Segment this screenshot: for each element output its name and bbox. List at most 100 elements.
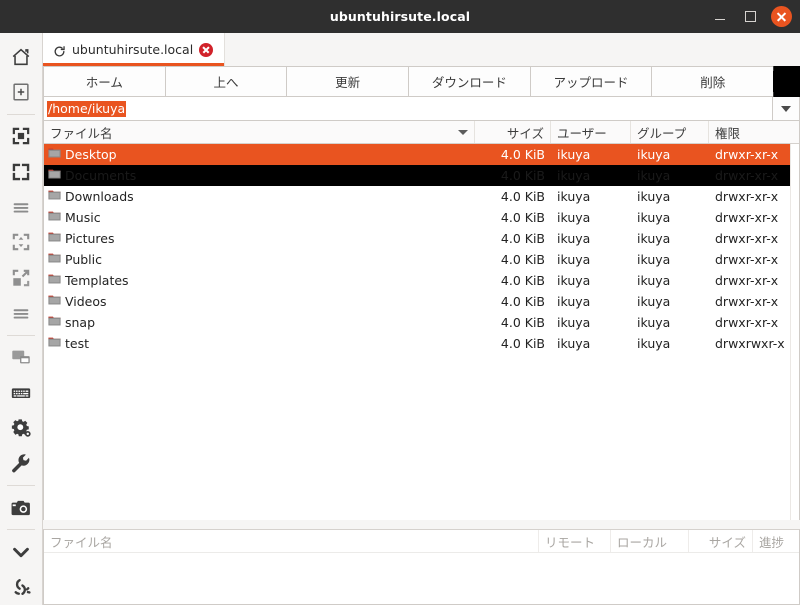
sidebar-item-fullscreen[interactable]	[3, 155, 39, 188]
select-area-icon	[10, 125, 32, 147]
cell-permissions: drwxrwxr-x	[715, 336, 785, 351]
cell-group: ikuya	[637, 252, 671, 267]
cell-size: 4.0 KiB	[500, 168, 545, 183]
sidebar-item-new-tab[interactable]	[3, 75, 39, 108]
sidebar-item-list[interactable]	[3, 190, 39, 223]
toolbar-download-button[interactable]: ダウンロード	[408, 66, 531, 97]
cell-size: 4.0 KiB	[500, 147, 545, 162]
folder-icon	[48, 273, 61, 288]
file-list-rows: Desktop 4.0 KiB ikuya ikuya drwxr-xr-x Docume…	[44, 144, 799, 520]
toolbar-home-button[interactable]: ホーム	[43, 66, 166, 97]
table-row[interactable]: snap 4.0 KiB ikuya ikuya drwxr-xr-x	[44, 312, 799, 333]
cell-permissions: drwxr-xr-x	[715, 315, 779, 330]
cell-user: ikuya	[557, 189, 591, 204]
queue-column-size[interactable]: サイズ	[689, 530, 753, 552]
column-header-name[interactable]: ファイル名	[44, 121, 475, 143]
sidebar-item-list-2[interactable]	[3, 296, 39, 329]
tab-strip: ubuntuhirsute.local	[43, 33, 800, 66]
cell-permissions: drwxr-xr-x	[715, 189, 779, 204]
cell-user: ikuya	[557, 252, 591, 267]
cell-size: 4.0 KiB	[500, 189, 545, 204]
queue-column-progress[interactable]: 進捗	[753, 530, 799, 552]
cell-group: ikuya	[637, 273, 671, 288]
sidebar-item-settings[interactable]	[3, 411, 39, 444]
sidebar-item-more[interactable]	[3, 535, 39, 568]
cell-permissions: drwxr-xr-x	[715, 231, 779, 246]
path-dropdown-button[interactable]	[772, 97, 799, 120]
cell-size: 4.0 KiB	[500, 252, 545, 267]
cell-permissions: drwxr-xr-x	[715, 273, 779, 288]
column-header-permissions[interactable]: 権限	[709, 121, 799, 143]
window-icon	[10, 346, 32, 368]
cell-permissions: drwxr-xr-x	[715, 147, 779, 162]
cell-size: 4.0 KiB	[500, 210, 545, 225]
table-row[interactable]: Documents 4.0 KiB ikuya ikuya drwxr-xr-x	[44, 165, 799, 186]
cell-user: ikuya	[557, 231, 591, 246]
sidebar-item-keyboard[interactable]	[3, 376, 39, 409]
broken-link-icon	[10, 576, 32, 598]
sidebar	[0, 33, 43, 605]
fit-screen-icon	[10, 231, 32, 253]
sidebar-item-select-area[interactable]	[3, 120, 39, 153]
toolbar-refresh-button[interactable]: 更新	[286, 66, 409, 97]
column-header-size[interactable]: サイズ	[475, 121, 551, 143]
minimize-button[interactable]	[711, 8, 729, 26]
cell-name-label: snap	[65, 315, 96, 330]
table-row[interactable]: Templates 4.0 KiB ikuya ikuya drwxr-xr-x	[44, 270, 799, 291]
cell-group: ikuya	[637, 147, 671, 162]
close-button[interactable]	[771, 6, 792, 27]
cell-name: Desktop	[44, 147, 475, 162]
queue-column-remote[interactable]: リモート	[539, 530, 611, 552]
table-row[interactable]: Downloads 4.0 KiB ikuya ikuya drwxr-xr-x	[44, 186, 799, 207]
folder-icon	[48, 336, 61, 351]
cell-permissions: drwxr-xr-x	[715, 168, 779, 183]
sidebar-item-disconnect[interactable]	[3, 571, 39, 604]
cell-name: Pictures	[44, 231, 475, 246]
list-lines-2-icon	[10, 302, 32, 324]
sidebar-item-scale[interactable]	[3, 261, 39, 294]
cell-group: ikuya	[637, 294, 671, 309]
cell-group: ikuya	[637, 210, 671, 225]
cell-permissions: drwxr-xr-x	[715, 210, 779, 225]
folder-icon	[48, 252, 61, 267]
sidebar-item-window[interactable]	[3, 341, 39, 374]
sidebar-divider-3	[7, 485, 35, 487]
maximize-button[interactable]	[741, 8, 759, 26]
tab-ubuntuhirsute-local[interactable]: ubuntuhirsute.local	[43, 33, 226, 66]
column-header-group[interactable]: グループ	[631, 121, 709, 143]
cell-user: ikuya	[557, 273, 591, 288]
table-row[interactable]: Public 4.0 KiB ikuya ikuya drwxr-xr-x	[44, 249, 799, 270]
sidebar-item-screenshot[interactable]	[3, 491, 39, 524]
sort-descending-icon	[458, 129, 468, 135]
queue-column-name[interactable]: ファイル名	[44, 530, 539, 552]
cell-permissions: drwxr-xr-x	[715, 252, 779, 267]
table-row[interactable]: Desktop 4.0 KiB ikuya ikuya drwxr-xr-x	[44, 144, 799, 165]
folder-icon	[48, 315, 61, 330]
sidebar-item-home[interactable]	[3, 40, 39, 73]
toolbar-upload-button[interactable]: アップロード	[529, 66, 653, 97]
toolbar-delete-button[interactable]: 削除	[651, 66, 774, 97]
cell-size: 4.0 KiB	[500, 231, 545, 246]
table-row[interactable]: test 4.0 KiB ikuya ikuya drwxrwxr-x	[44, 333, 799, 354]
folder-icon	[48, 189, 61, 204]
path-input[interactable]: /home/ikuya	[44, 97, 772, 120]
cell-name: Videos	[44, 294, 475, 309]
table-row[interactable]: Videos 4.0 KiB ikuya ikuya drwxr-xr-x	[44, 291, 799, 312]
home-icon	[10, 46, 32, 68]
sidebar-item-tools[interactable]	[3, 447, 39, 480]
tab-close-icon[interactable]	[199, 42, 214, 57]
toolbar-up-button[interactable]: 上へ	[164, 66, 288, 97]
file-list-header: ファイル名 サイズ ユーザー グループ 権限	[44, 121, 799, 144]
table-row[interactable]: Music 4.0 KiB ikuya ikuya drwxr-xr-x	[44, 207, 799, 228]
cell-group: ikuya	[637, 189, 671, 204]
tab-strip-filler	[225, 33, 800, 66]
reload-icon	[53, 43, 66, 57]
panel-splitter[interactable]	[43, 520, 800, 529]
queue-column-local[interactable]: ローカル	[611, 530, 689, 552]
column-header-user[interactable]: ユーザー	[551, 121, 631, 143]
table-row[interactable]: Pictures 4.0 KiB ikuya ikuya drwxr-xr-x	[44, 228, 799, 249]
file-list-scrollbar[interactable]	[790, 144, 799, 520]
sidebar-item-fit-screen[interactable]	[3, 226, 39, 259]
tab-label: ubuntuhirsute.local	[72, 42, 194, 57]
cell-group: ikuya	[637, 315, 671, 330]
